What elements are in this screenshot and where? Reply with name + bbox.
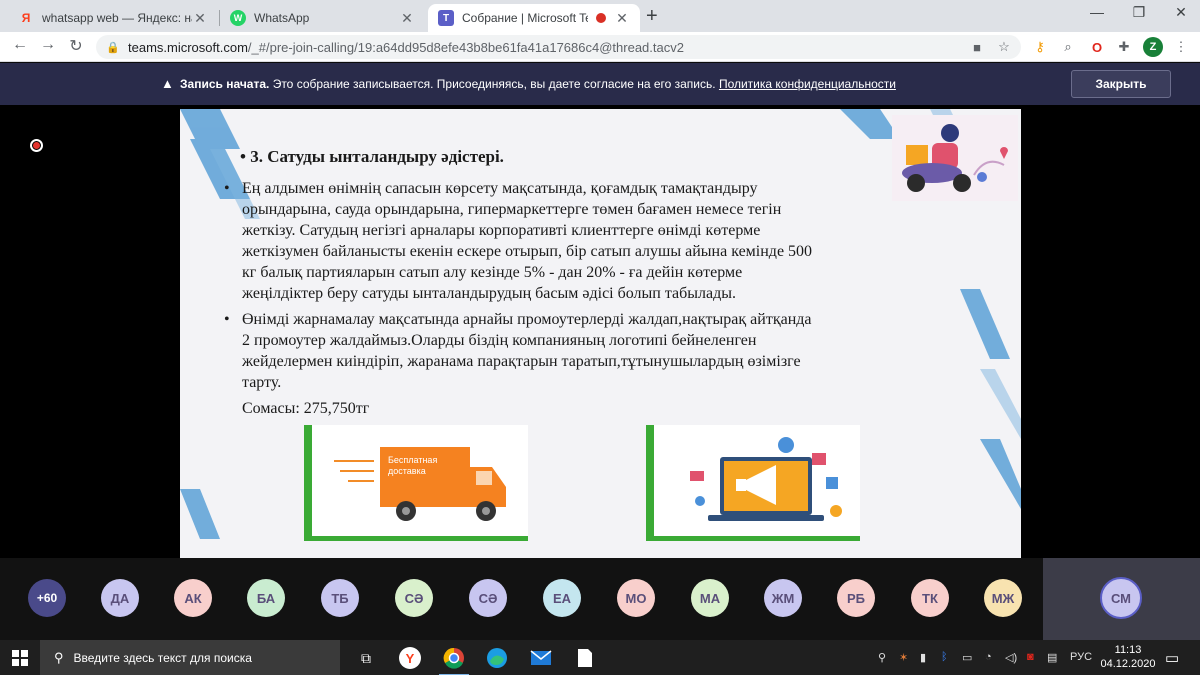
bullet-text: Ең алдымен өнімнің сапасын көрсету мақса…	[242, 180, 813, 302]
tab-whatsapp[interactable]: W WhatsApp ✕	[220, 4, 425, 32]
slide-heading: • 3. Сатуды ынталандыру әдістері.	[240, 147, 504, 166]
participant-avatar[interactable]: АК	[174, 579, 212, 617]
extensions-puzzle-icon[interactable]: ✚	[1115, 38, 1133, 56]
menu-kebab-icon[interactable]: ⋮	[1172, 38, 1190, 56]
close-banner-button[interactable]: Закрыть	[1071, 70, 1171, 98]
wifi-tray-icon[interactable]: ◔	[985, 651, 992, 663]
participant-avatar[interactable]: СӘ	[395, 579, 433, 617]
recording-dot-icon	[30, 139, 43, 152]
camera-icon[interactable]: ■	[968, 38, 986, 56]
volume-tray-icon[interactable]: ◁)	[1005, 651, 1017, 664]
warning-icon: ▲	[161, 76, 174, 91]
bullet-text: Өнімді жарнамалау мақсатында арнайы пром…	[242, 311, 812, 391]
participants-strip: +60 ДА АК БА ТБ СӘ СӘ ЕА МО МА ЖМ РБ ТК …	[0, 558, 1200, 640]
participant-avatar[interactable]: СӘ	[469, 579, 507, 617]
participant-avatar[interactable]: МЖ	[984, 579, 1022, 617]
minimize-icon[interactable]: —	[1082, 4, 1112, 20]
display-tray-icon[interactable]: ▭	[962, 651, 972, 664]
taskbar-search-box[interactable]: ⚲ Введите здесь текст для поиска	[40, 640, 340, 675]
opera-extension-icon[interactable]: O	[1088, 38, 1106, 56]
more-participants-button[interactable]: +60	[28, 579, 66, 617]
bookmark-star-icon[interactable]: ☆	[995, 38, 1013, 56]
self-avatar: СМ	[1100, 577, 1142, 619]
participant-avatar[interactable]: ТБ	[321, 579, 359, 617]
tab-title: WhatsApp	[254, 11, 310, 25]
restore-icon[interactable]: ❐	[1124, 4, 1154, 21]
tab-teams[interactable]: T Собрание | Microsoft Teams ✕	[428, 4, 640, 32]
yandex-browser-icon[interactable]: Y	[399, 647, 421, 669]
close-icon[interactable]: ✕	[192, 10, 208, 27]
url-path: /_#/pre-join-calling/19:a64dd95d8efe43b8…	[247, 39, 684, 55]
participant-avatar[interactable]: БА	[247, 579, 285, 617]
teams-icon: T	[438, 10, 454, 26]
yandex-icon: Я	[21, 11, 31, 25]
tab-title: Собрание | Microsoft Teams	[462, 11, 588, 25]
address-bar[interactable]: 🔒 teams.microsoft.com/_#/pre-join-callin…	[96, 35, 1021, 59]
back-icon[interactable]: ←	[10, 36, 30, 54]
forward-icon[interactable]: →	[38, 36, 58, 54]
network-tray-icon[interactable]: ⚲	[878, 651, 886, 664]
system-clock[interactable]: 11:13 04.12.2020	[1100, 643, 1156, 671]
close-icon[interactable]: ✕	[399, 10, 415, 27]
mail-icon[interactable]	[530, 647, 552, 669]
advertising-image	[646, 425, 860, 541]
edge-icon[interactable]	[486, 647, 508, 669]
megaphone-icon	[690, 437, 842, 521]
search-extension-icon[interactable]: ⌕	[1059, 38, 1077, 56]
close-icon[interactable]: ✕	[614, 10, 630, 27]
participant-avatar[interactable]: ЕА	[543, 579, 581, 617]
privacy-policy-link[interactable]: Политика конфиденциальности	[719, 77, 896, 91]
key-extension-icon[interactable]: ⚷	[1031, 38, 1049, 56]
app-tray-icon[interactable]: ✶	[899, 651, 908, 664]
search-placeholder: Введите здесь текст для поиска	[73, 650, 252, 665]
meeting-stage: • 3. Сатуды ынталандыру әдістері. • Ең а…	[0, 105, 1200, 558]
slide-bullet-1: • Ең алдымен өнімнің сапасын көрсету мақ…	[224, 178, 962, 304]
recording-banner: ▲ Запись начата. Это собрание записывает…	[0, 63, 1200, 105]
language-indicator[interactable]: РУС	[1070, 651, 1092, 663]
truck-caption: Бесплатная доставка	[388, 455, 438, 476]
chrome-icon[interactable]	[439, 647, 469, 675]
reload-icon[interactable]: ↻	[66, 36, 86, 56]
browser-tab-strip: Я whatsapp web — Яндекс: нашло ✕ W Whats…	[0, 0, 1200, 32]
banner-message: Запись начата. Это собрание записывается…	[180, 77, 896, 91]
clock-date: 04.12.2020	[1100, 658, 1156, 670]
clock-time: 11:13	[1114, 644, 1142, 656]
participant-avatar[interactable]: ДА	[101, 579, 139, 617]
slide-bullet-2: • Өнімді жарнамалау мақсатында арнайы пр…	[224, 309, 962, 393]
opera-tray-icon[interactable]: ◙	[1027, 651, 1034, 663]
tab-yandex[interactable]: Я whatsapp web — Яндекс: нашло ✕	[8, 4, 218, 32]
task-view-icon[interactable]: ⧉	[355, 647, 377, 669]
participant-avatar[interactable]: МО	[617, 579, 655, 617]
window-close-icon[interactable]: ✕	[1166, 4, 1196, 21]
slide-sum: Сомасы: 275,750тг	[242, 400, 370, 417]
shared-slide: • 3. Сатуды ынталандыру әдістері. • Ең а…	[180, 109, 1021, 558]
browser-toolbar: ← → ↻ 🔒 teams.microsoft.com/_#/pre-join-…	[0, 32, 1200, 62]
recording-indicator-icon	[596, 13, 606, 23]
url-host: teams.microsoft.com	[128, 39, 248, 55]
bluetooth-tray-icon[interactable]: ᛒ	[941, 651, 948, 663]
new-tab-button[interactable]: +	[646, 5, 658, 28]
microphone-tray-icon[interactable]: ▮	[920, 651, 926, 664]
search-icon: ⚲	[54, 649, 64, 665]
participant-avatar[interactable]: ЖМ	[764, 579, 802, 617]
participant-avatar[interactable]: РБ	[837, 579, 875, 617]
notification-center-icon[interactable]: ▭	[1165, 649, 1179, 667]
windows-taskbar: ⚲ Введите здесь текст для поиска ⧉ Y ⚲ ✶…	[0, 640, 1200, 675]
banner-bold-text: Запись начата.	[180, 77, 270, 91]
participant-avatar[interactable]: ТК	[911, 579, 949, 617]
file-icon[interactable]	[574, 647, 596, 669]
whatsapp-icon: W	[230, 10, 246, 26]
participant-avatar[interactable]: МА	[691, 579, 729, 617]
windows-start-icon[interactable]	[12, 650, 28, 666]
tab-title: whatsapp web — Яндекс: нашло	[42, 11, 192, 25]
banner-text: Это собрание записывается. Присоединяясь…	[269, 77, 719, 91]
self-video-tile[interactable]: СМ	[1043, 558, 1200, 640]
keyboard-tray-icon[interactable]: ▤	[1047, 651, 1057, 664]
lock-icon: 🔒	[106, 41, 120, 54]
truck-icon	[334, 447, 506, 521]
free-delivery-image: Бесплатная доставка	[304, 425, 528, 541]
profile-avatar[interactable]: Z	[1143, 37, 1163, 57]
